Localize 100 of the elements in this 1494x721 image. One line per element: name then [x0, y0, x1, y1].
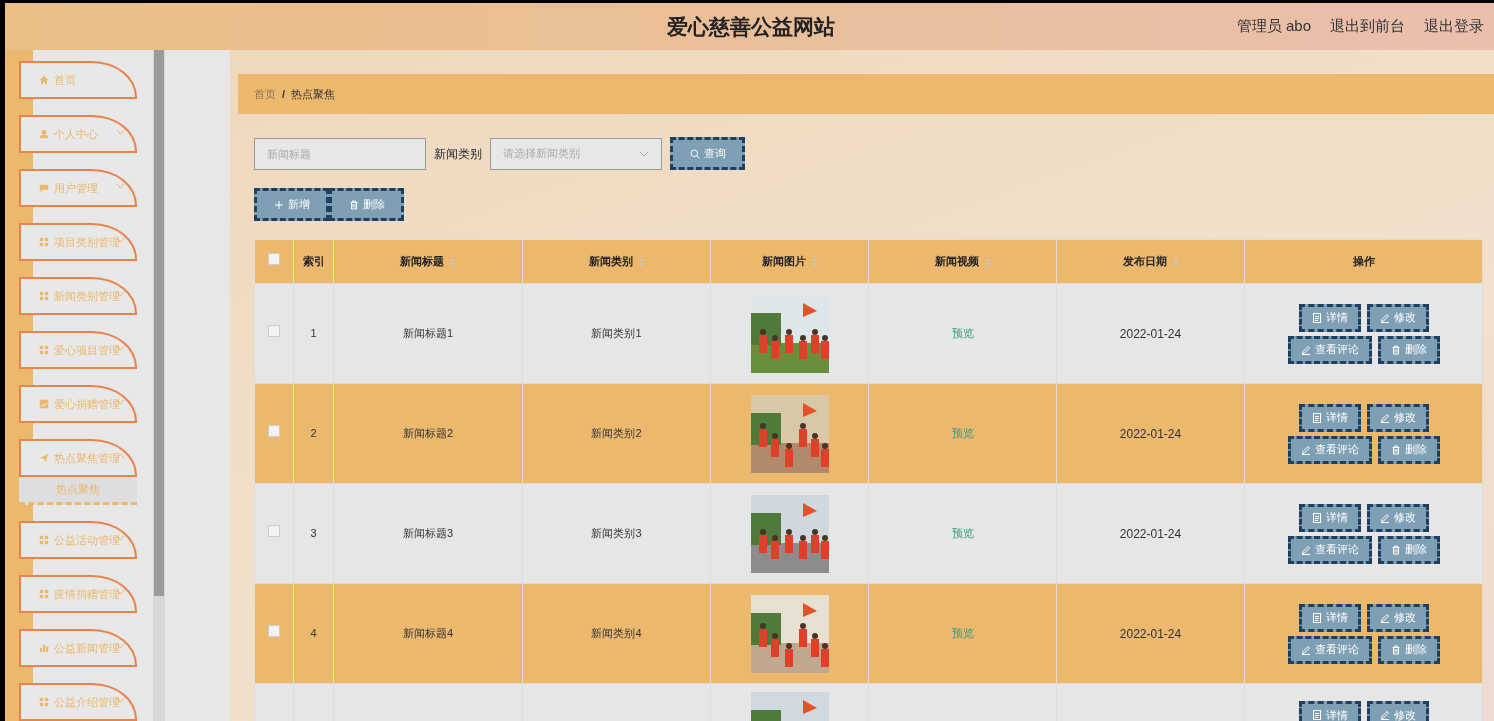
trash-icon — [348, 199, 359, 210]
menu-label: 公益新闻管理 — [54, 640, 120, 656]
column-header: 操作 — [1352, 255, 1375, 268]
details-button[interactable]: 详情 — [1298, 403, 1361, 432]
menu-item[interactable]: 首页 — [19, 61, 137, 99]
search-icon — [689, 148, 700, 159]
table-cell: 2022-01-24 — [1119, 426, 1182, 441]
document-icon — [1311, 312, 1322, 323]
row-checkbox[interactable] — [268, 525, 280, 538]
pencil-icon — [1379, 612, 1390, 623]
table-cell: 2022-01-24 — [1119, 526, 1182, 541]
details-button[interactable]: 详情 — [1298, 701, 1361, 721]
bar-chart-icon — [39, 643, 49, 653]
column-header[interactable]: 新闻图片 — [761, 255, 806, 268]
sort-icon — [449, 257, 456, 268]
pencil-icon — [1300, 344, 1311, 355]
preview-link[interactable]: 预览 — [951, 527, 974, 540]
table-cell: 新闻类别2 — [591, 427, 642, 440]
delete-button[interactable]: 删除 — [1377, 635, 1440, 664]
menu-label: 热点聚焦管理 — [54, 450, 120, 466]
chart-icon — [39, 399, 49, 409]
preview-link[interactable]: 预览 — [951, 427, 974, 440]
comments-button[interactable]: 查看评论 — [1287, 535, 1372, 564]
breadcrumb-item[interactable]: 首页 — [254, 85, 276, 103]
menu-item[interactable]: 个人中心 — [19, 115, 137, 153]
row-checkbox[interactable] — [268, 425, 280, 438]
comments-button[interactable]: 查看评论 — [1287, 435, 1372, 464]
sort-icon — [810, 257, 818, 268]
grid-icon — [39, 345, 49, 355]
grid-icon — [39, 697, 49, 707]
table-cell: 1 — [310, 327, 317, 340]
menu-label: 公益介绍管理 — [54, 694, 120, 710]
row-checkbox[interactable] — [268, 325, 280, 338]
pencil-icon — [1379, 412, 1390, 423]
scrollbar-thumb[interactable] — [154, 50, 164, 596]
menu-label: 爱心捐赠管理 — [54, 396, 120, 412]
breadcrumb-separator: / — [282, 86, 286, 102]
send-icon — [39, 453, 49, 463]
menu-item[interactable]: 爱心捐赠管理 — [19, 385, 137, 423]
menu-label: 新闻类别管理 — [54, 288, 120, 304]
menu-item[interactable]: 用户管理 — [19, 169, 137, 207]
edit-button[interactable]: 修改 — [1366, 603, 1429, 632]
document-icon — [1311, 512, 1322, 523]
details-button[interactable]: 详情 — [1298, 603, 1361, 632]
delete-button[interactable]: 删除 — [1377, 535, 1440, 564]
plus-icon — [273, 199, 284, 210]
edit-button[interactable]: 修改 — [1366, 503, 1429, 532]
menu-item[interactable]: 项目类别管理 — [19, 223, 137, 261]
details-button[interactable]: 详情 — [1298, 303, 1361, 332]
preview-link[interactable]: 预览 — [951, 327, 974, 340]
column-header[interactable]: 发布日期 — [1122, 255, 1167, 268]
column-header[interactable]: 新闻类别 — [588, 255, 633, 268]
menu-item[interactable]: 公益活动管理 — [19, 521, 137, 559]
comments-button[interactable]: 查看评论 — [1287, 635, 1372, 664]
comments-button[interactable]: 查看评论 — [1287, 335, 1372, 364]
pencil-icon — [1300, 444, 1311, 455]
trash-icon — [1390, 644, 1401, 655]
document-icon — [1311, 710, 1322, 720]
grid-icon — [39, 237, 49, 247]
pencil-icon — [1379, 710, 1390, 720]
menu-label: 用户管理 — [54, 180, 98, 196]
chevron-down-icon — [639, 150, 649, 157]
column-header[interactable]: 新闻视频 — [934, 255, 979, 268]
menu-item[interactable]: 疫情捐赠管理 — [19, 575, 137, 613]
menu-item[interactable]: 公益新闻管理 — [19, 629, 137, 667]
table-cell: 新闻类别3 — [591, 527, 642, 540]
column-header[interactable]: 新闻标题 — [400, 255, 444, 268]
document-icon — [1311, 412, 1322, 423]
table-cell: 2 — [310, 427, 317, 440]
query-button[interactable]: 查询 — [670, 137, 745, 170]
trash-icon — [1390, 544, 1401, 555]
row-checkbox[interactable] — [268, 625, 280, 638]
menu-label: 疫情捐赠管理 — [54, 586, 120, 602]
menu-label: 首页 — [54, 72, 76, 88]
add-button[interactable]: 新增 — [254, 188, 329, 221]
trash-icon — [1390, 444, 1401, 455]
select-all-checkbox[interactable] — [268, 253, 280, 266]
menu-item[interactable]: 爱心项目管理 — [19, 331, 137, 369]
edit-button[interactable]: 修改 — [1366, 303, 1429, 332]
sort-icon — [983, 257, 991, 268]
edit-button[interactable]: 修改 — [1366, 403, 1429, 432]
menu-label: 公益活动管理 — [54, 532, 120, 548]
delete-button[interactable]: 删除 — [329, 188, 404, 221]
table-cell: 4 — [310, 627, 317, 640]
delete-button[interactable]: 删除 — [1377, 435, 1440, 464]
header-link[interactable]: 退出登录 — [1424, 15, 1484, 38]
edit-button[interactable]: 修改 — [1366, 701, 1429, 721]
table-cell: 新闻标题1 — [402, 327, 454, 340]
trash-icon — [1390, 344, 1401, 355]
menu-item[interactable]: 新闻类别管理 — [19, 277, 137, 315]
menu-item[interactable]: 热点聚焦管理 — [19, 439, 137, 477]
breadcrumb-item[interactable]: 热点聚焦 — [291, 85, 336, 103]
table-cell: 3 — [310, 527, 317, 540]
preview-link[interactable]: 预览 — [951, 627, 974, 640]
menu-item[interactable]: 公益介绍管理 — [19, 683, 137, 721]
category-label: 新闻类别 — [434, 145, 482, 163]
details-button[interactable]: 详情 — [1298, 503, 1361, 532]
header-link[interactable]: 退出到前台 — [1330, 15, 1405, 38]
table-cell: 新闻标题2 — [402, 427, 454, 440]
delete-button[interactable]: 删除 — [1377, 335, 1440, 364]
